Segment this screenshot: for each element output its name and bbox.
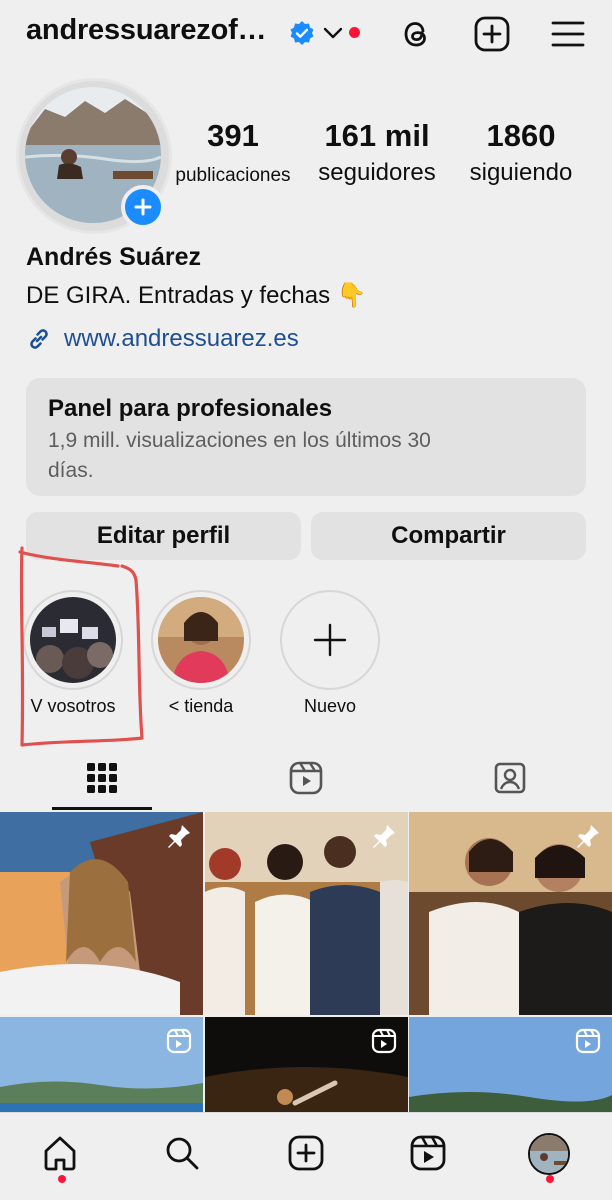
home-notification-dot: [58, 1175, 66, 1183]
full-name: Andrés Suárez: [26, 243, 202, 271]
verified-icon: [289, 20, 315, 46]
grid-post[interactable]: [0, 812, 203, 1015]
tab-tagged[interactable]: [408, 756, 612, 810]
highlight-vosotros[interactable]: V vosotros: [23, 590, 123, 716]
username-title[interactable]: andressuarezof…: [26, 14, 267, 47]
tagged-icon: [494, 762, 526, 794]
chevron-down-icon[interactable]: [322, 24, 344, 42]
stat-posts-label: publicaciones: [175, 165, 291, 186]
highlight-cover: [30, 597, 116, 683]
create-icon[interactable]: [286, 1133, 330, 1177]
grid-post[interactable]: [409, 812, 612, 1015]
profile-avatar[interactable]: [528, 1133, 572, 1177]
stat-posts-value: 391: [207, 118, 259, 153]
stat-posts[interactable]: 391 publicaciones: [168, 118, 298, 193]
bottom-nav: [0, 1112, 612, 1200]
search-icon[interactable]: [162, 1133, 206, 1177]
add-post-icon[interactable]: [472, 14, 512, 54]
active-tab-indicator: [52, 807, 152, 810]
highlight-tienda[interactable]: < tienda: [151, 590, 251, 716]
home-icon[interactable]: [40, 1133, 84, 1177]
stat-following[interactable]: 1860 siguiendo: [456, 118, 586, 190]
grid-post[interactable]: [0, 1017, 203, 1124]
link-icon: [30, 329, 48, 349]
stat-followers-value: 161 mil: [324, 118, 430, 153]
website-link-text[interactable]: www.andressuarez.es: [64, 325, 299, 353]
panel-title: Panel para profesionales: [48, 395, 333, 422]
highlight-label: Nuevo: [303, 696, 357, 716]
panel-subtitle-line: días.: [48, 459, 94, 482]
grid-post[interactable]: [205, 812, 408, 1015]
profile-notification-dot: [546, 1175, 554, 1183]
grid-icon: [87, 763, 117, 793]
threads-icon[interactable]: [396, 14, 436, 54]
highlight-ring: [23, 590, 123, 690]
menu-icon[interactable]: [548, 14, 588, 54]
pin-icon: [577, 825, 599, 848]
highlight-ring: [151, 590, 251, 690]
stat-followers[interactable]: 161 mil seguidores: [310, 118, 444, 190]
bio-line: DE GIRA. Entradas y fechas: [26, 282, 331, 309]
reels-icon: [289, 761, 323, 795]
reels-icon[interactable]: [408, 1133, 452, 1177]
highlight-cover: [158, 597, 244, 683]
panel-subtitle: 1,9 mill. visualizaciones en los últimos…: [48, 426, 564, 486]
stat-followers-label: seguidores: [318, 159, 436, 186]
posts-grid: [0, 812, 612, 1124]
stat-following-label: siguiendo: [469, 159, 573, 186]
professional-dashboard[interactable]: Panel para profesionales 1,9 mill. visua…: [26, 378, 586, 496]
stat-following-value: 1860: [486, 118, 556, 153]
plus-icon: [313, 623, 347, 657]
bio-text: DE GIRA. Entradas y fechas 👇: [26, 281, 367, 310]
tab-reels[interactable]: [204, 756, 408, 810]
top-bar: andressuarezof…: [0, 0, 612, 68]
edit-profile-button[interactable]: Editar perfil: [26, 512, 301, 560]
reel-icon: [166, 1028, 192, 1054]
pin-icon: [168, 825, 190, 848]
pointing-down-emoji: 👇: [336, 282, 367, 309]
tab-grid[interactable]: [0, 756, 204, 810]
website-link[interactable]: www.andressuarez.es: [26, 325, 299, 353]
plus-icon: [134, 198, 152, 216]
grid-post[interactable]: [409, 1017, 612, 1124]
add-story-button[interactable]: [121, 185, 165, 229]
reel-icon: [371, 1028, 397, 1054]
reel-icon: [575, 1028, 601, 1054]
grid-post[interactable]: [205, 1017, 408, 1124]
pin-icon: [373, 825, 395, 848]
highlight-new[interactable]: Nuevo: [280, 590, 380, 716]
notification-dot: [349, 27, 360, 38]
panel-subtitle-line: 1,9 mill. visualizaciones en los últimos…: [48, 429, 431, 452]
new-highlight-ring: [280, 590, 380, 690]
share-profile-button[interactable]: Compartir: [311, 512, 586, 560]
